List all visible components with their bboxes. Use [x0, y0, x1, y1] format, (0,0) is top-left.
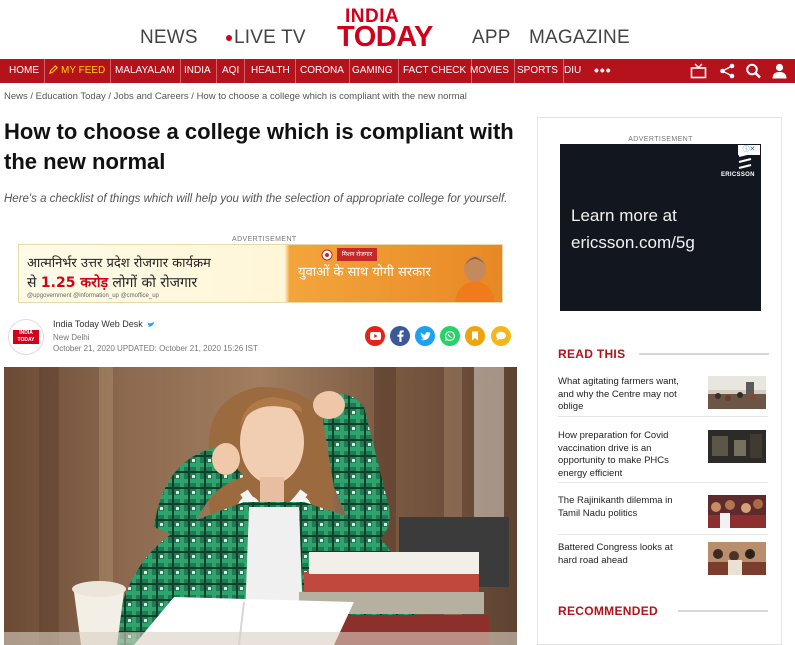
nav-item-india[interactable]: INDIA [179, 59, 217, 83]
ad-line-2-number: 1.25 करोड़ [40, 275, 108, 291]
nav-item-corona[interactable]: CORONA [295, 59, 350, 83]
rail-ad-label: ADVERTISEMENT [628, 136, 693, 143]
twitter-icon[interactable] [415, 326, 435, 346]
live-tv-label: LIVE TV [234, 27, 306, 48]
ericsson-ad-line-2: ericsson.com/5g [571, 233, 695, 252]
mission-rozgar-badge: मिशन रोजगार [337, 248, 377, 261]
comment-icon[interactable] [491, 326, 511, 346]
up-govt-ad-banner[interactable]: आत्मनिर्भर उत्तर प्रदेश रोजगार कार्यक्रम… [18, 244, 503, 303]
author-avatar[interactable]: INDIA TODAY [8, 319, 44, 355]
article-headline: How to choose a college which is complia… [4, 119, 514, 174]
nav-magazine-link[interactable]: MAGAZINE [529, 27, 630, 49]
story-thumbnail [708, 376, 766, 409]
nav-live-tv-link[interactable]: LIVE TV [226, 27, 306, 49]
live-dot-icon [226, 35, 232, 41]
recommended-rule [678, 610, 768, 612]
nav-item-home[interactable]: HOME [4, 59, 45, 83]
article-date: October 21, 2020 UPDATED: October 21, 20… [53, 344, 258, 353]
ad-line-1: आत्मनिर्भर उत्तर प्रदेश रोजगार कार्यक्रम [27, 256, 211, 271]
bookmark-icon[interactable] [465, 326, 485, 346]
story-headline: The Rajinikanth dilemma in Tamil Nadu po… [558, 495, 673, 519]
search-icon[interactable] [745, 63, 762, 79]
nav-item-movies[interactable]: MOVIES [465, 59, 515, 83]
india-today-logo[interactable]: INDIA TODAY [337, 6, 437, 52]
my-feed-label: MY FEED [61, 65, 106, 76]
recommended-title: RECOMMENDED [558, 604, 658, 618]
nav-item-malayalam[interactable]: MALAYALAM [110, 59, 181, 83]
nav-item-aqi[interactable]: AQI [217, 59, 246, 83]
share-icon[interactable] [719, 63, 736, 79]
story-divider [558, 416, 768, 417]
ad-right-text: युवाओं के साथ योगी सरकार [298, 265, 431, 280]
story-divider [558, 482, 768, 483]
right-rail: ADVERTISEMENT ⓘ✕ ERICSSON Learn more at … [537, 117, 782, 645]
story-thumbnail [708, 430, 766, 463]
ad-social-handles: @upgovernment @information_up @cmoffice_… [27, 293, 159, 299]
story-thumbnail [708, 495, 766, 528]
whatsapp-icon[interactable] [440, 326, 460, 346]
tv-icon[interactable] [690, 63, 707, 79]
author-name-text: India Today Web Desk [53, 319, 143, 329]
ad-label: ADVERTISEMENT [232, 236, 297, 243]
story-headline: How preparation for Covid vaccination dr… [558, 430, 669, 479]
breadcrumb[interactable]: News / Education Today / Jobs and Career… [4, 91, 467, 102]
story-headline: What agitating farmers want, and why the… [558, 376, 679, 412]
twitter-verified-icon [148, 321, 155, 327]
author-avatar-logo: INDIA TODAY [13, 330, 39, 344]
nav-item-health[interactable]: HEALTH [246, 59, 296, 83]
nav-item-my-feed[interactable]: MY FEED [44, 59, 112, 83]
pencil-icon [49, 65, 58, 74]
ericsson-ad[interactable]: ⓘ✕ ERICSSON Learn more at ericsson.com/5… [560, 144, 761, 311]
story-divider [558, 534, 768, 535]
ericsson-brand: ERICSSON [721, 172, 755, 178]
author-name[interactable]: India Today Web Desk [53, 319, 155, 329]
story-headline: Battered Congress looks at hard road ahe… [558, 542, 673, 566]
logo-line-today: TODAY [337, 21, 433, 53]
youtube-icon[interactable] [365, 326, 385, 346]
nav-item-diu[interactable]: DIU [559, 59, 586, 83]
nav-news-link[interactable]: NEWS [140, 27, 198, 49]
read-this-rule [639, 353, 769, 355]
nav-item-gaming[interactable]: GAMING [347, 59, 399, 83]
ericsson-logo-icon [738, 153, 752, 169]
ad-line-2: से 1.25 करोड़ लोगों को रोजगार [27, 273, 197, 292]
more-menu-icon[interactable]: ••• [594, 59, 612, 83]
up-emblem-icon [321, 249, 333, 261]
ad-line-2-pre: से [27, 275, 41, 291]
cm-portrait-image [455, 256, 495, 302]
main-navbar: HOME MY FEED MALAYALAM INDIA AQI HEALTH … [0, 59, 795, 83]
nav-item-sports[interactable]: SPORTS [512, 59, 564, 83]
site-header: NEWS LIVE TV INDIA TODAY APP MAGAZINE [0, 0, 795, 59]
ad-line-2-post: लोगों को रोजगार [107, 275, 198, 291]
user-icon[interactable] [771, 63, 788, 79]
read-this-title: READ THIS [558, 347, 626, 361]
facebook-icon[interactable] [390, 326, 410, 346]
nav-item-fact-check[interactable]: FACT CHECK [398, 59, 473, 83]
article-summary: Here's a checklist of things which will … [4, 193, 508, 205]
ericsson-ad-line-1: Learn more at [571, 206, 677, 225]
article-hero-image [4, 367, 517, 645]
nav-app-link[interactable]: APP [472, 27, 511, 49]
ericsson-ad-text: Learn more at ericsson.com/5g [571, 202, 695, 256]
story-thumbnail [708, 542, 766, 575]
author-location: New Delhi [53, 333, 90, 342]
